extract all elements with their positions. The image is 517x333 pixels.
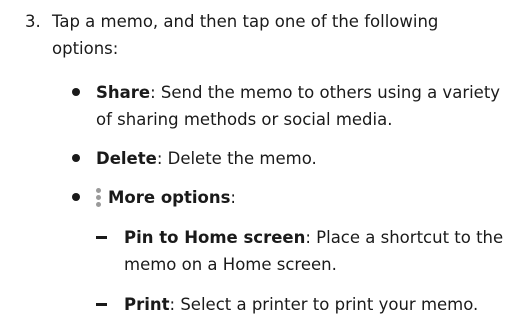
option-description: : Send the memo to others using a variet… <box>96 83 501 129</box>
bullet-icon <box>72 193 80 201</box>
more-options-kebab-icon <box>96 187 102 208</box>
bullet-icon <box>72 154 80 162</box>
sub-option-term: Print <box>124 295 170 314</box>
dash-icon <box>96 236 107 239</box>
option-term: More options <box>108 188 231 207</box>
bullet-icon <box>72 88 80 96</box>
sub-option-term: Pin to Home screen <box>124 228 306 247</box>
step-instruction: Tap a memo, and then tap one of the foll… <box>52 12 439 58</box>
option-term: Share <box>96 83 151 102</box>
dash-icon <box>96 303 107 306</box>
option-description: : <box>230 188 236 207</box>
option-term: Delete <box>96 149 157 168</box>
sub-option-description: : Select a printer to print your memo. <box>169 295 479 314</box>
step-number: 3. <box>25 12 41 31</box>
option-description: : Delete the memo. <box>156 149 317 168</box>
